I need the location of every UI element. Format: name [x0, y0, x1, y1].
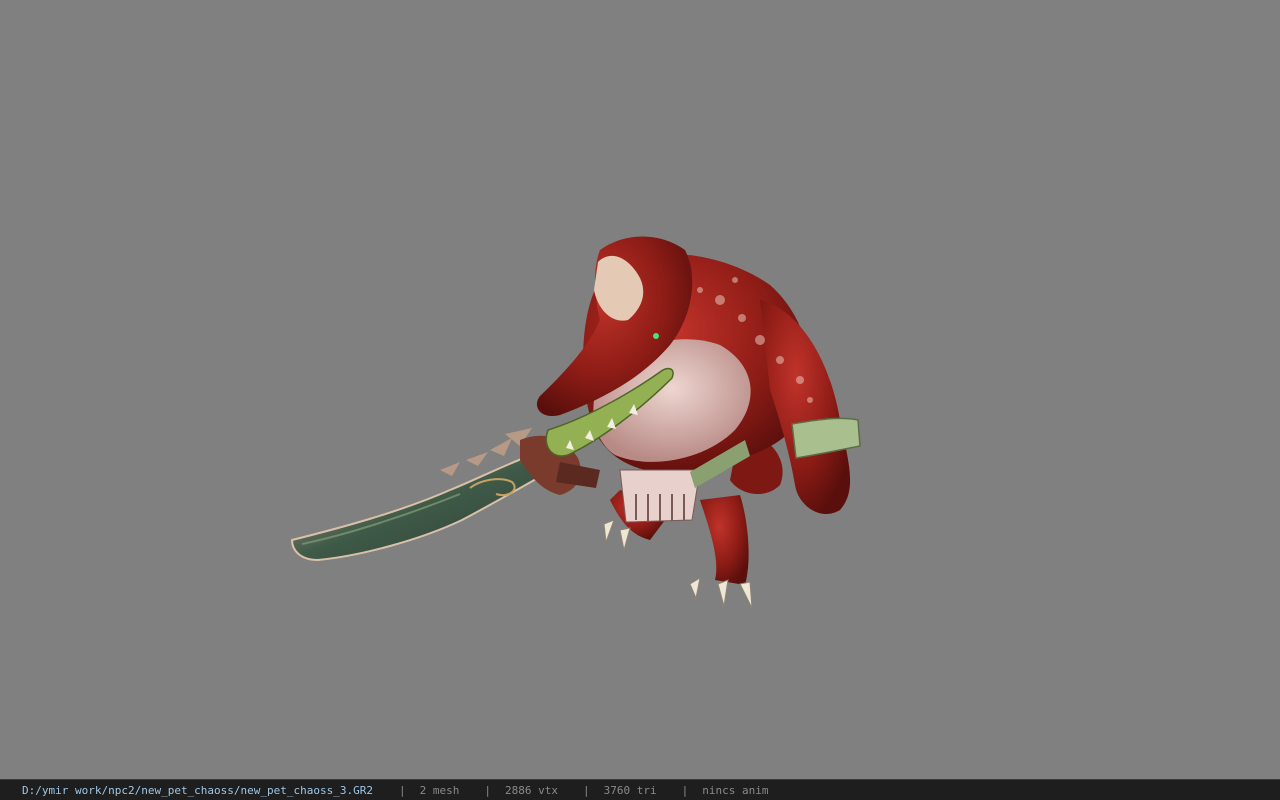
mesh-count: 2 mesh: [419, 783, 460, 797]
vertex-count: 2886 vtx: [505, 783, 558, 797]
separator: |: [484, 783, 491, 797]
separator: |: [681, 783, 689, 797]
triangle-count: 3760 tri: [603, 783, 657, 797]
3d-viewport[interactable]: [0, 0, 1280, 779]
crocodile-body: [536, 236, 861, 609]
crocodile-model-render: [290, 236, 861, 609]
animation-status: nincs anim: [702, 783, 769, 797]
separator: |: [582, 783, 590, 797]
separator: |: [399, 783, 406, 797]
file-path: D:/ymir work/npc2/new_pet_chaoss/new_pet…: [22, 783, 373, 797]
status-bar: D:/ymir work/npc2/new_pet_chaoss/new_pet…: [0, 779, 1280, 800]
